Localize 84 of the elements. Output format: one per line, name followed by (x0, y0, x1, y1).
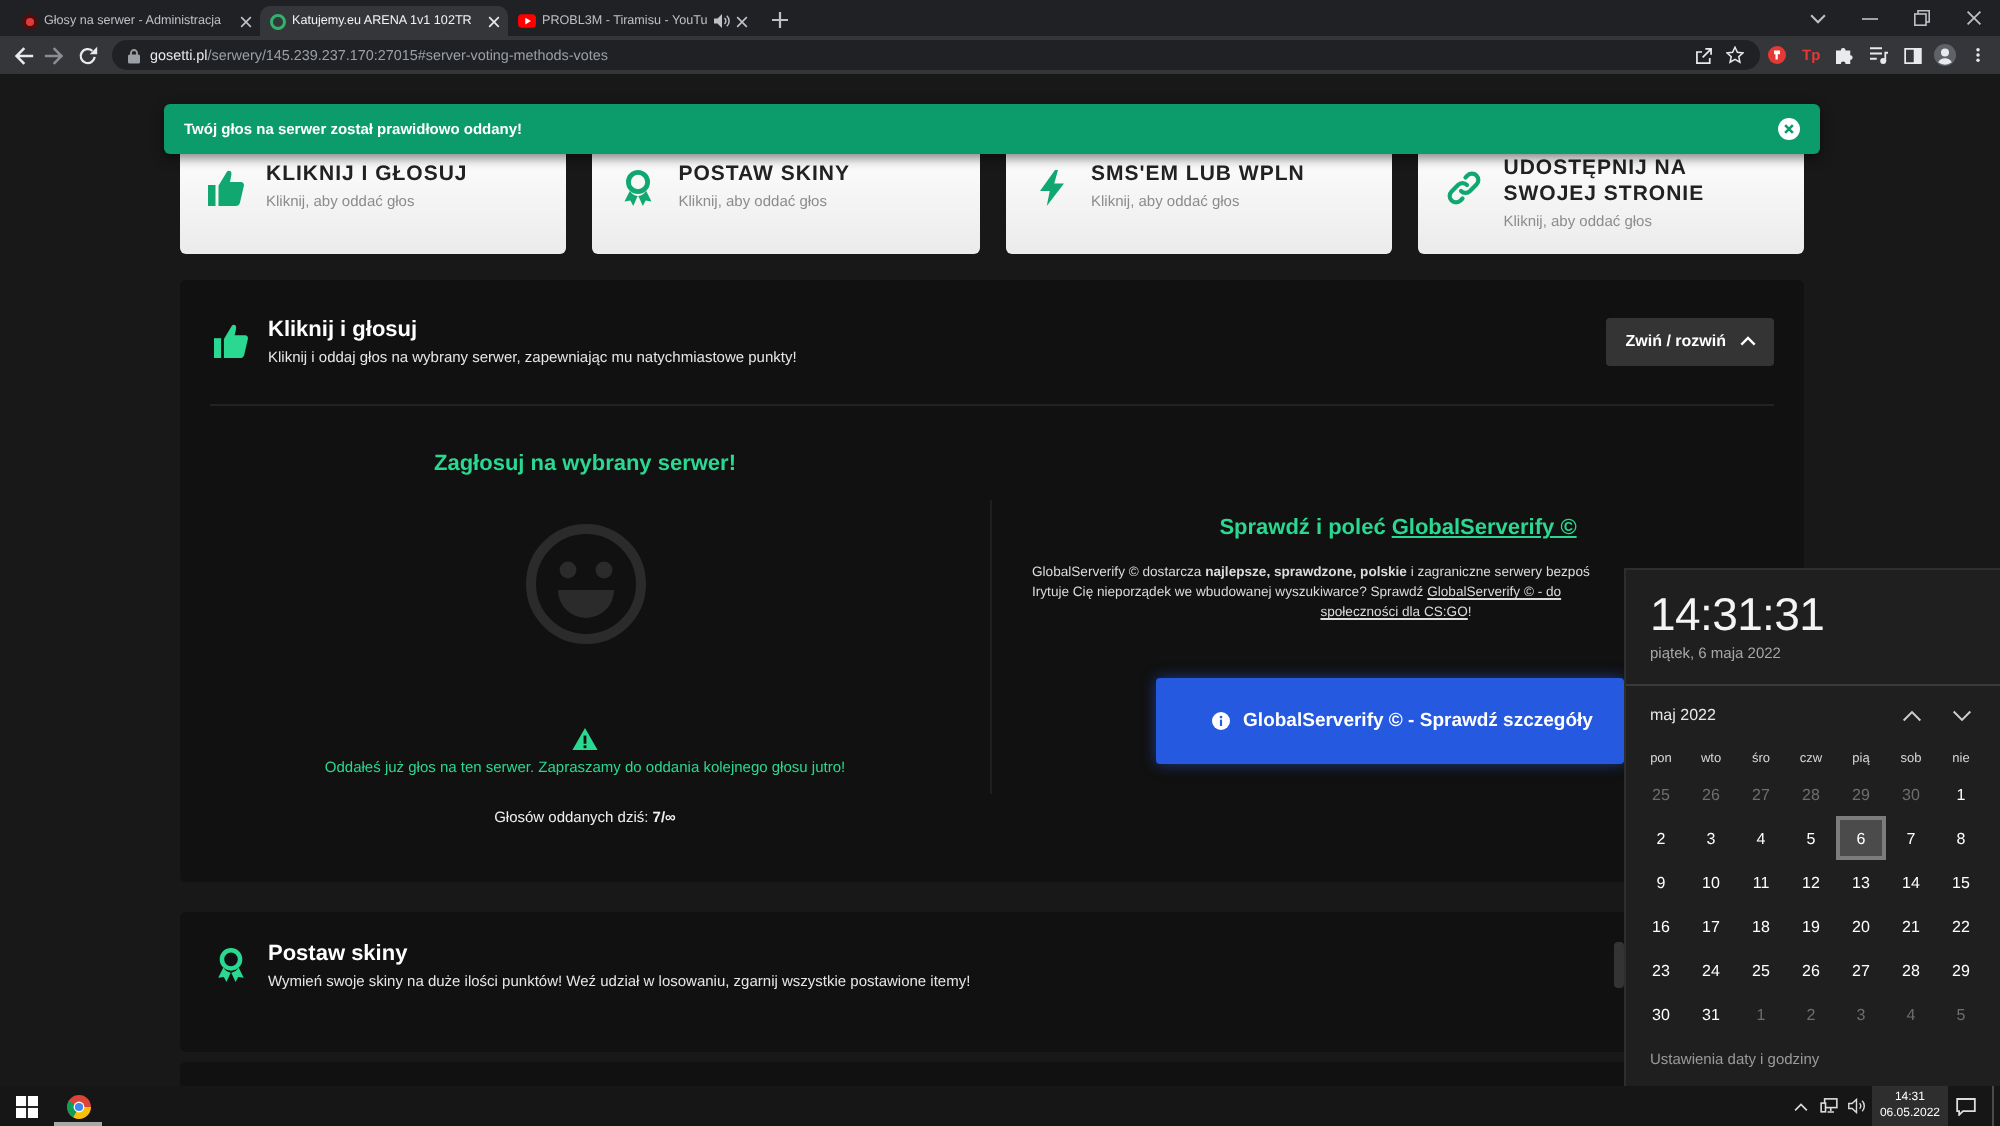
network-icon[interactable] (1819, 1098, 1838, 1114)
calendar-day[interactable]: 19 (1786, 904, 1836, 948)
calendar-day[interactable]: 23 (1636, 948, 1686, 992)
chevron-up-icon (1740, 336, 1756, 346)
windows-logo-icon[interactable] (16, 1095, 38, 1117)
chevron-down-icon[interactable] (1952, 709, 1972, 721)
sidebar-icon[interactable] (1904, 47, 1923, 63)
restore-icon[interactable] (1914, 10, 1930, 26)
calendar-day[interactable]: 9 (1636, 860, 1686, 904)
profile-avatar-icon[interactable] (1934, 44, 1957, 66)
calendar-day[interactable]: 26 (1786, 948, 1836, 992)
calendar-day[interactable]: 14 (1886, 860, 1936, 904)
calendar-day[interactable]: 8 (1936, 816, 1986, 860)
speaker-icon[interactable] (1847, 1098, 1866, 1114)
chevron-up-icon[interactable] (1902, 709, 1922, 721)
puzzle-icon[interactable] (1836, 46, 1855, 64)
lock-icon[interactable] (128, 47, 140, 63)
calendar-day[interactable]: 1 (1936, 772, 1986, 816)
calendar-day[interactable]: 5 (1786, 816, 1836, 860)
star-icon[interactable] (1726, 46, 1744, 64)
link-chain-icon (1445, 169, 1482, 205)
calendar-day[interactable]: 28 (1886, 948, 1936, 992)
calendar-day[interactable]: 29 (1936, 948, 1986, 992)
site-favicon-icon (22, 13, 38, 29)
calendar-day[interactable]: 30 (1636, 992, 1686, 1036)
thumbs-up-icon (214, 324, 248, 358)
calendar-day[interactable]: 18 (1736, 904, 1786, 948)
chevron-down-icon[interactable] (1810, 13, 1826, 23)
forward-arrow-icon[interactable] (44, 45, 64, 65)
calendar-day[interactable]: 24 (1686, 948, 1736, 992)
calendar-day[interactable]: 11 (1736, 860, 1786, 904)
calendar-day[interactable]: 4 (1736, 816, 1786, 860)
calendar-day[interactable]: 7 (1886, 816, 1936, 860)
section-title: Kliknij i głosuj (268, 316, 418, 344)
card-title: POSTAW SKINY (678, 162, 850, 188)
warning-icon (572, 728, 598, 751)
close-icon[interactable] (1966, 10, 1982, 26)
media-list-icon[interactable] (1870, 46, 1889, 64)
card-title: KLIKNIJ I GŁOSUJ (266, 162, 468, 188)
reload-icon[interactable] (78, 45, 98, 65)
month-label: maj 2022 (1650, 706, 1718, 724)
smiley-icon (525, 524, 645, 644)
thumbs-up-icon (208, 169, 244, 205)
back-arrow-icon[interactable] (14, 45, 34, 65)
share-icon[interactable] (1696, 47, 1712, 63)
close-icon[interactable] (736, 15, 748, 27)
calendar-day[interactable]: 10 (1686, 860, 1736, 904)
info-icon (1211, 712, 1230, 730)
collapse-button[interactable]: Zwiń / rozwiń (1605, 317, 1774, 365)
promo-heading-link[interactable]: GlobalServerify © (1391, 516, 1577, 540)
calendar-day[interactable]: 21 (1886, 904, 1936, 948)
ring-favicon-icon (270, 13, 286, 29)
section-title: Postaw skiny (268, 940, 408, 969)
card-title: UDOSTĘPNIJ NA SWOJEJ STRONIE (1503, 156, 1707, 208)
new-tab-icon[interactable] (772, 12, 788, 28)
browser-logo-icon (65, 1093, 91, 1119)
calendar-day[interactable]: 12 (1786, 860, 1836, 904)
promo-heading: Sprawdź i poleć GlobalServerify © (1219, 514, 1577, 542)
extension-icon[interactable] (1768, 46, 1786, 64)
calendar-day[interactable]: 17 (1686, 904, 1736, 948)
chevron-up-icon[interactable] (1793, 1101, 1808, 1111)
calendar-day[interactable]: 15 (1936, 860, 1986, 904)
more-menu-icon[interactable] (1976, 46, 1981, 64)
calendar-day[interactable]: 2 (1636, 816, 1686, 860)
calendar-day[interactable]: 6 (1836, 816, 1886, 860)
calendar-day[interactable]: 22 (1936, 904, 1986, 948)
speaker-icon[interactable] (714, 14, 730, 28)
clock-time: 14:31:31 (1650, 586, 1825, 644)
notification-icon[interactable] (1956, 1097, 1976, 1115)
minimize-icon[interactable] (1862, 17, 1878, 19)
calendar-day[interactable]: 3 (1686, 816, 1736, 860)
vote-heading: Zagłosuj na wybrany serwer! (434, 450, 736, 478)
details-button[interactable]: GlobalServerify © - Sprawdź szczegóły (1156, 678, 1624, 764)
calendar-day[interactable]: 31 (1686, 992, 1736, 1036)
calendar-day[interactable]: 16 (1636, 904, 1686, 948)
close-icon[interactable] (240, 15, 252, 27)
award-ribbon-icon (620, 169, 657, 205)
calendar-day[interactable]: 20 (1836, 904, 1886, 948)
video-favicon-icon (518, 14, 536, 28)
award-ribbon-icon (214, 948, 248, 983)
calendar-day[interactable]: 13 (1836, 860, 1886, 904)
calendar-day[interactable]: 27 (1836, 948, 1886, 992)
card-title: SMS'EM LUB WPLN (1091, 162, 1305, 188)
calendar-day[interactable]: 25 (1736, 948, 1786, 992)
